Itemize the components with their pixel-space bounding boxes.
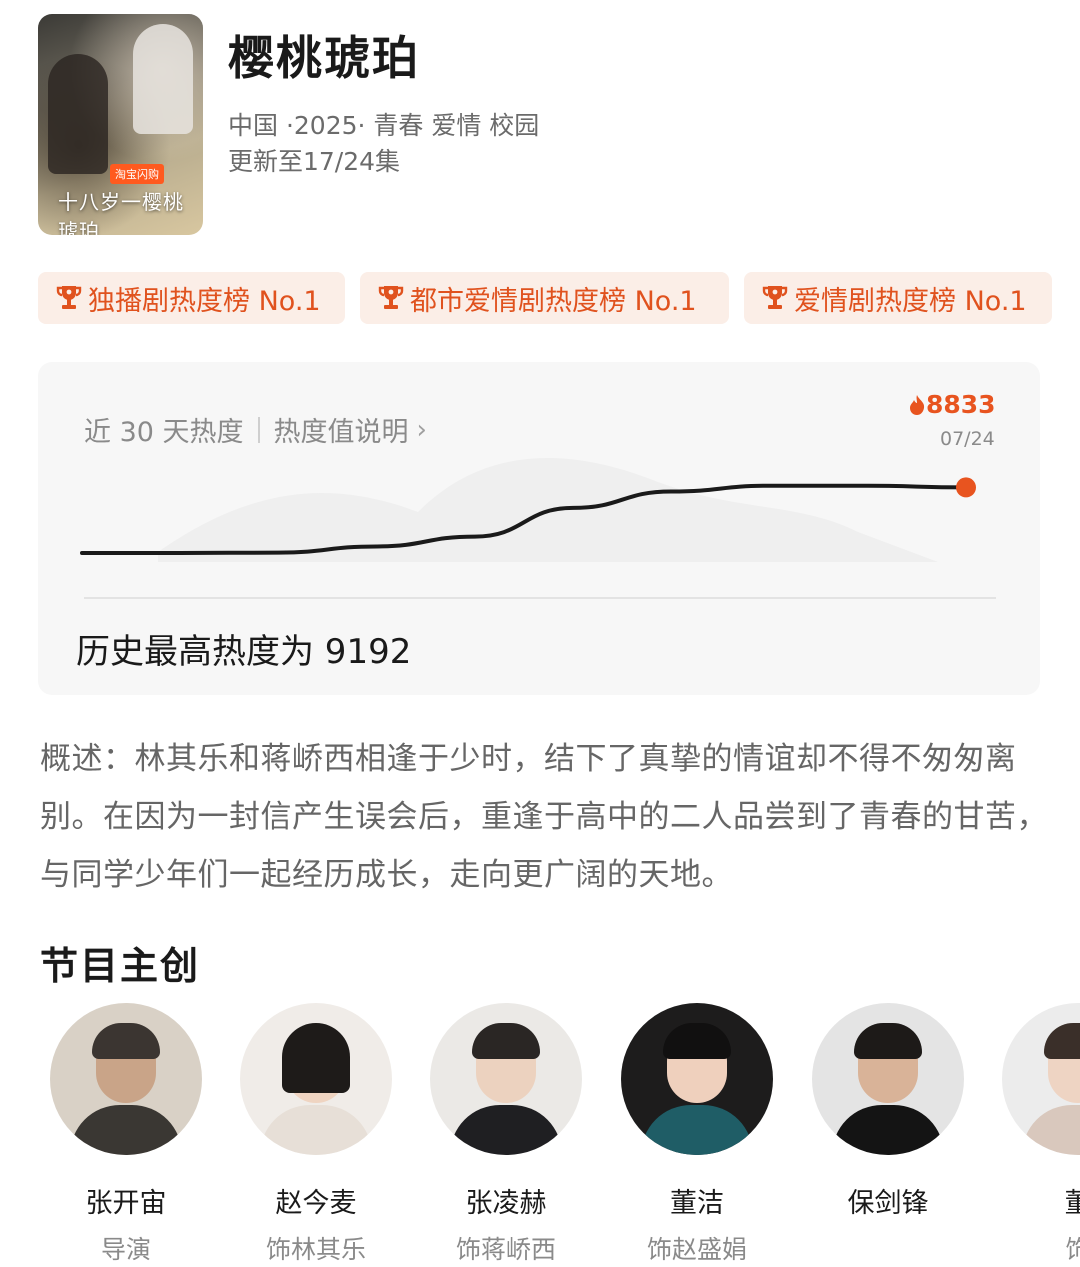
cast-role: 饰赵盛娟 <box>646 1235 747 1264</box>
trophy-icon <box>56 286 82 309</box>
ranking-badge[interactable]: 都市爱情剧热度榜 No.1 <box>360 272 729 324</box>
avatar[interactable] <box>430 1003 582 1155</box>
heat-explain-link[interactable]: 热度值说明 <box>274 410 409 449</box>
avatar-hair <box>282 1023 350 1093</box>
avatar-hair <box>854 1023 922 1059</box>
heat-history-max: 历史最高热度为 9192 <box>76 632 412 672</box>
cast-member[interactable]: 张凌赫 饰蒋峤西 <box>421 1003 591 1266</box>
ranking-badge-label: 爱情剧热度榜 No.1 <box>794 285 1027 317</box>
avatar-body <box>260 1105 372 1155</box>
avatar[interactable] <box>812 1003 964 1155</box>
trophy-icon <box>762 286 788 309</box>
ranking-badge-label: 独播剧热度榜 No.1 <box>88 285 321 317</box>
avatar[interactable] <box>1002 1003 1080 1155</box>
cast-name: 董 <box>1064 1188 1080 1219</box>
show-summary: 概述：林其乐和蒋峤西相逢于少时，结下了真挚的情谊却不得不匆匆离别。在因为一封信产… <box>40 741 1048 893</box>
show-poster[interactable]: 淘宝闪购 十八岁一樱桃琥珀 <box>38 14 203 235</box>
avatar-body <box>832 1105 944 1155</box>
ranking-badge[interactable]: 独播剧热度榜 No.1 <box>38 272 345 324</box>
chevron-right-icon[interactable]: › <box>417 415 427 445</box>
heat-value-text: 8833 <box>926 390 996 419</box>
heat-current-value: 8833 <box>908 390 996 419</box>
cast-member[interactable]: 张开宙 导演 <box>41 1003 211 1266</box>
poster-tag: 淘宝闪购 <box>110 164 164 184</box>
cast-role: 饰林其乐 <box>265 1235 366 1264</box>
cast-name: 保剑锋 <box>847 1188 929 1219</box>
heat-header: 近 30 天热度 热度值说明 › <box>84 410 427 449</box>
cast-section-title: 节目主创 <box>40 944 201 988</box>
cast-role: 饰 <box>1065 1235 1080 1264</box>
avatar[interactable] <box>621 1003 773 1155</box>
trophy-icon <box>378 286 404 309</box>
episode-update: 更新至17/24集 <box>228 147 401 176</box>
avatar-hair <box>472 1023 540 1059</box>
cast-member[interactable]: 赵今麦 饰林其乐 <box>231 1003 401 1266</box>
poster-script: 十八岁一樱桃琥珀 <box>58 190 184 235</box>
avatar-body <box>70 1105 182 1155</box>
cast-list[interactable]: 张开宙 导演 赵今麦 饰林其乐 张凌赫 饰蒋峤西 董洁 饰赵盛娟 保剑锋 董 饰 <box>0 1003 1080 1267</box>
ranking-badge-label: 都市爱情剧热度榜 No.1 <box>410 285 697 317</box>
avatar-body <box>641 1105 753 1155</box>
poster-figure-left <box>48 54 108 174</box>
poster-figure-right <box>133 24 193 134</box>
avatar-hair <box>1044 1023 1080 1059</box>
avatar-hair <box>663 1023 731 1059</box>
flame-icon <box>910 394 925 415</box>
avatar-hair <box>92 1023 160 1059</box>
cast-name: 赵今麦 <box>275 1188 357 1219</box>
heat-endpoint <box>956 477 976 498</box>
cast-member[interactable]: 保剑锋 <box>803 1003 973 1230</box>
cast-member[interactable]: 董 饰 <box>993 1003 1080 1266</box>
avatar-body <box>1022 1105 1080 1155</box>
show-title: 樱桃琥珀 <box>228 31 420 85</box>
cast-member[interactable]: 董洁 饰赵盛娟 <box>612 1003 782 1266</box>
avatar[interactable] <box>240 1003 392 1155</box>
cast-name: 张开宙 <box>85 1188 167 1219</box>
show-meta: 中国 ·2025· 青春 爱情 校园 <box>228 111 540 140</box>
ranking-badge[interactable]: 爱情剧热度榜 No.1 <box>744 272 1052 324</box>
avatar-body <box>450 1105 562 1155</box>
heat-range-label: 近 30 天热度 <box>84 417 244 448</box>
heat-card: 近 30 天热度 热度值说明 › 8833 07/24 历史最高热度为 9192 <box>38 362 1040 695</box>
heat-current-date: 07/24 <box>940 428 995 450</box>
cast-role: 导演 <box>100 1235 151 1264</box>
cast-role: 饰蒋峤西 <box>455 1235 556 1264</box>
avatar[interactable] <box>50 1003 202 1155</box>
cast-name: 董洁 <box>670 1188 724 1219</box>
cast-name: 张凌赫 <box>465 1188 547 1219</box>
divider <box>257 416 260 443</box>
